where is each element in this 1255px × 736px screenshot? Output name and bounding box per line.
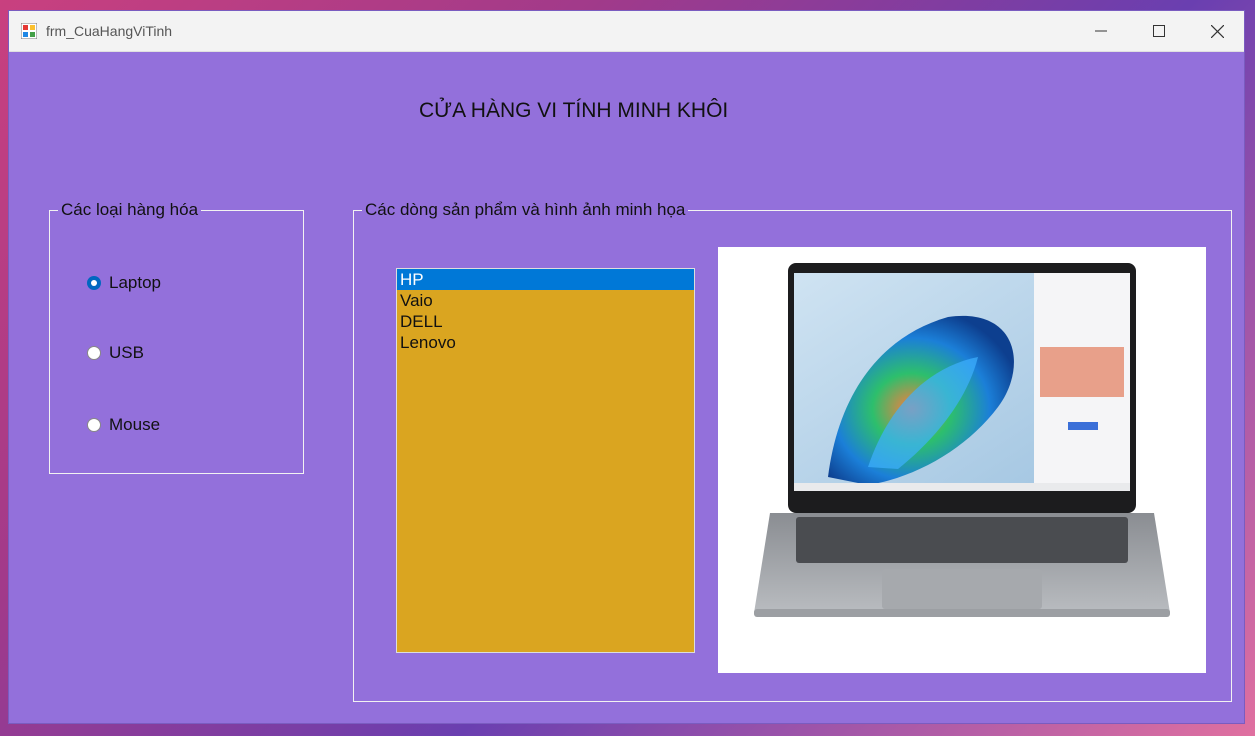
list-item[interactable]: DELL [397, 311, 694, 332]
radio-laptop[interactable]: Laptop [87, 273, 161, 293]
product-group-label: Các dòng sản phẩm và hình ảnh minh họa [362, 200, 689, 220]
product-listbox[interactable]: HP Vaio DELL Lenovo [396, 268, 695, 653]
radio-mouse[interactable]: Mouse [87, 415, 160, 435]
maximize-button[interactable] [1130, 11, 1188, 51]
radio-laptop-label: Laptop [109, 273, 161, 292]
laptop-image [754, 263, 1170, 617]
minimize-icon [1095, 30, 1107, 32]
store-heading: CỬA HÀNG VI TÍNH MINH KHÔI [419, 99, 729, 122]
product-picturebox [718, 247, 1206, 673]
close-button[interactable] [1188, 11, 1246, 51]
main-window: frm_CuaHangViTinh CỬA HÀNG VI TÍNH MINH … [8, 10, 1245, 724]
radio-usb[interactable]: USB [87, 343, 144, 363]
minimize-button[interactable] [1072, 11, 1130, 51]
category-group-label: Các loại hàng hóa [58, 200, 202, 220]
title-bar[interactable]: frm_CuaHangViTinh [9, 11, 1244, 52]
radio-usb-label: USB [109, 343, 144, 362]
close-icon [1210, 24, 1224, 38]
list-item[interactable]: Vaio [397, 290, 694, 311]
radio-mouse-label: Mouse [109, 415, 161, 434]
list-item[interactable]: HP [397, 269, 694, 290]
maximize-icon [1153, 25, 1165, 37]
category-groupbox: Các loại hàng hóa Laptop USB Mouse [49, 200, 304, 474]
radio-unchecked-icon [87, 346, 101, 360]
app-icon [21, 23, 37, 39]
list-item[interactable]: Lenovo [397, 332, 694, 353]
radio-unchecked-icon [87, 418, 101, 432]
radio-checked-icon [87, 276, 101, 290]
window-title: frm_CuaHangViTinh [46, 23, 173, 39]
